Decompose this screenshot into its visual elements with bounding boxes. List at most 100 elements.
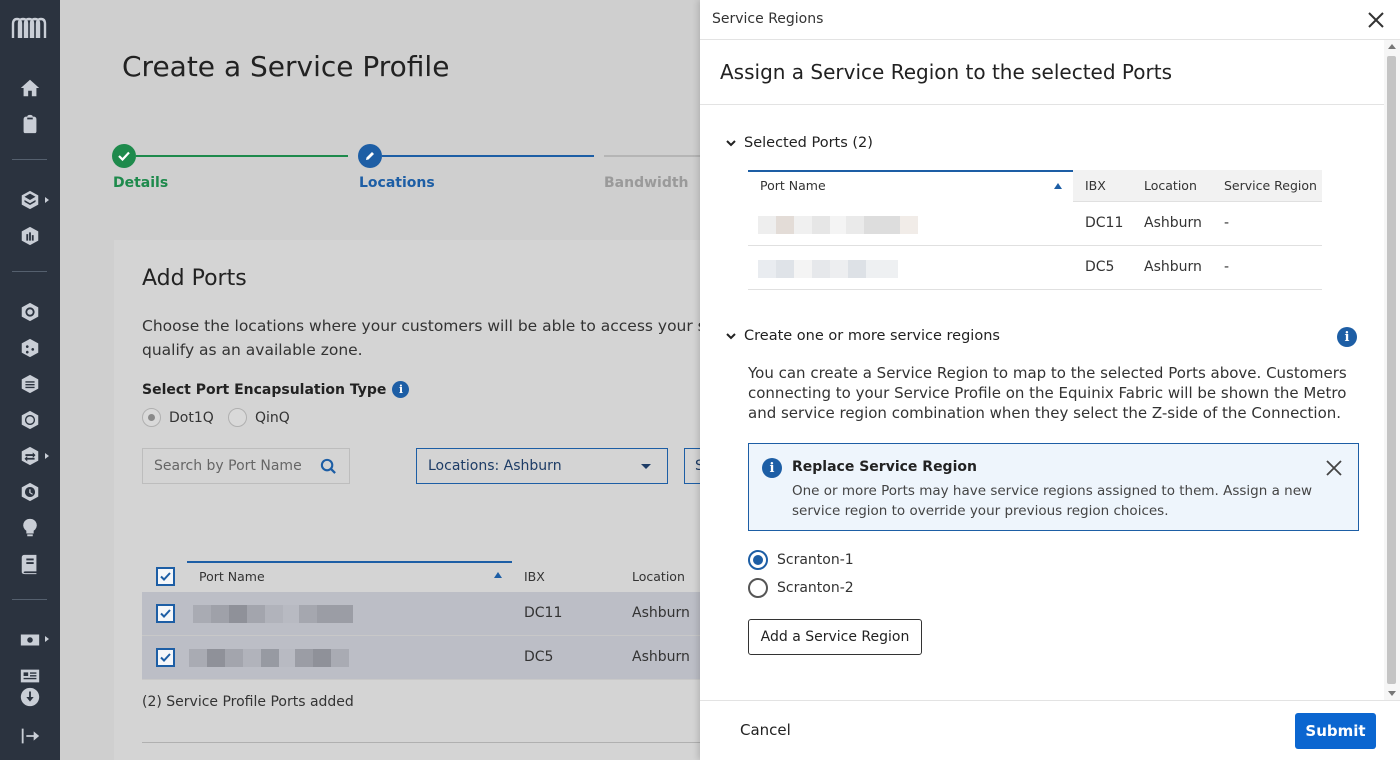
radio-button[interactable] <box>228 408 247 427</box>
redacted-port-name <box>758 216 918 234</box>
radio-dot1q[interactable]: Dot1Q <box>142 408 214 427</box>
divider <box>142 742 700 743</box>
redacted-port-name <box>758 260 898 278</box>
drawer-subtitle: Assign a Service Region to the selected … <box>720 60 1172 84</box>
step-connector <box>382 155 594 157</box>
notice-text: One or more Ports may have service regio… <box>792 483 1313 519</box>
book-icon[interactable] <box>18 552 42 576</box>
step-locations-label: Locations <box>359 175 435 191</box>
chevron-down-icon <box>726 333 736 340</box>
selected-ports-table: Port Name IBX Location Service Region DC… <box>748 170 1322 290</box>
notice-title: Replace Service Region <box>792 459 977 475</box>
step-bandwidth-label: Bandwidth <box>604 175 689 191</box>
step-connector <box>604 155 700 157</box>
network-icon[interactable] <box>18 300 42 324</box>
chart-icon[interactable] <box>18 224 42 248</box>
col-ibx: IBX <box>1085 178 1106 193</box>
col-ibx: IBX <box>524 569 545 584</box>
redacted-port-name <box>189 649 349 667</box>
page-title: Create a Service Profile <box>122 50 450 83</box>
scroll-up-icon[interactable] <box>1388 44 1396 49</box>
background-page: Create a Service Profile Details Locatio… <box>60 0 700 760</box>
info-icon[interactable]: i <box>392 381 410 398</box>
submit-button[interactable]: Submit <box>1295 713 1376 749</box>
info-icon[interactable]: i <box>1337 327 1357 347</box>
expand-caret-icon[interactable] <box>45 197 49 203</box>
table-header: Port Name IBX Location Service Region <box>748 170 1322 202</box>
col-port-name[interactable]: Port Name <box>199 569 265 584</box>
encapsulation-label: Select Port Encapsulation Type i <box>142 381 410 398</box>
secondary-filter-select[interactable]: S <box>684 448 700 484</box>
drawer-title: Service Regions <box>712 11 824 27</box>
col-service-region: Service Region <box>1224 178 1317 193</box>
row-checkbox[interactable] <box>156 648 175 667</box>
search-icon[interactable] <box>320 458 337 475</box>
clipboard-icon[interactable] <box>18 112 42 136</box>
logout-icon[interactable] <box>18 724 42 748</box>
info-icon: i <box>762 458 782 478</box>
scroll-thumb[interactable] <box>1387 56 1396 684</box>
scroll-down-icon[interactable] <box>1388 691 1396 696</box>
redacted-port-name <box>193 605 353 623</box>
add-ports-description: Choose the locations where your customer… <box>142 317 700 359</box>
clock-icon[interactable] <box>18 480 42 504</box>
service-regions-drawer: Service Regions Assign a Service Region … <box>700 0 1400 760</box>
region-option-scranton-1[interactable]: Scranton-1 <box>748 550 854 570</box>
radio-button[interactable] <box>142 408 161 427</box>
sort-ascending-icon[interactable] <box>1054 183 1062 189</box>
chevron-down-icon <box>641 464 651 469</box>
expand-caret-icon[interactable] <box>45 453 49 459</box>
download-icon[interactable] <box>18 685 42 709</box>
expand-caret-icon[interactable] <box>45 636 49 642</box>
table-row[interactable]: DC11 Ashburn <box>142 592 700 636</box>
step-complete-icon <box>112 144 136 168</box>
scrollbar[interactable] <box>1384 40 1400 700</box>
radio-button[interactable] <box>748 550 768 570</box>
locations-filter-select[interactable]: Locations: Ashburn <box>416 448 668 484</box>
home-icon[interactable] <box>18 76 42 100</box>
port-search-input[interactable]: Search by Port Name <box>142 448 350 484</box>
row-checkbox[interactable] <box>156 604 175 623</box>
add-ports-heading: Add Ports <box>142 266 247 291</box>
table-row: DC5 Ashburn - <box>748 246 1322 290</box>
equinix-logo-icon[interactable] <box>11 16 49 40</box>
nodes-icon[interactable] <box>18 336 42 360</box>
radio-qinq[interactable]: QinQ <box>228 408 290 427</box>
step-details-label: Details <box>113 175 169 191</box>
table-row[interactable]: DC5 Ashburn <box>142 636 700 680</box>
close-icon[interactable] <box>1366 10 1386 30</box>
add-service-region-button[interactable]: Add a Service Region <box>748 619 922 655</box>
globe-icon[interactable] <box>18 408 42 432</box>
create-regions-description: You can create a Service Region to map t… <box>748 364 1347 422</box>
step-connector <box>136 155 348 157</box>
stepper: Details Locations Bandwidth <box>112 144 700 204</box>
cancel-button[interactable]: Cancel <box>740 721 791 739</box>
drawer-subheader: Assign a Service Region to the selected … <box>700 40 1384 105</box>
add-ports-card: Add Ports Choose the locations where you… <box>114 240 700 760</box>
billing-icon[interactable] <box>18 628 42 652</box>
select-all-checkbox[interactable] <box>156 567 175 586</box>
ports-added-footnote: (2) Service Profile Ports added <box>142 694 354 710</box>
drawer-footer: Cancel Submit <box>700 700 1400 760</box>
lightbulb-icon[interactable] <box>18 516 42 540</box>
step-edit-icon <box>358 144 382 168</box>
radio-button[interactable] <box>748 578 768 598</box>
exchange-icon[interactable] <box>18 444 42 468</box>
region-option-scranton-2[interactable]: Scranton-2 <box>748 578 854 598</box>
layers-icon[interactable] <box>18 188 42 212</box>
chevron-down-icon <box>726 140 736 147</box>
nav-rail <box>0 0 60 760</box>
sort-ascending-icon[interactable] <box>494 572 502 578</box>
create-regions-toggle[interactable]: Create one or more service regions <box>726 328 1000 344</box>
drawer-header: Service Regions <box>700 0 1400 40</box>
ports-table: Port Name IBX Location DC11 Ashburn DC5 <box>142 561 700 680</box>
col-port-name[interactable]: Port Name <box>760 178 826 193</box>
close-icon[interactable] <box>1324 458 1344 478</box>
col-location: Location <box>632 569 685 584</box>
selected-ports-toggle[interactable]: Selected Ports (2) <box>726 135 873 151</box>
replace-region-notice: i Replace Service Region One or more Por… <box>748 443 1359 531</box>
col-location: Location <box>1144 178 1197 193</box>
stack-icon[interactable] <box>18 372 42 396</box>
table-row: DC11 Ashburn - <box>748 202 1322 246</box>
table-header: Port Name IBX Location <box>142 561 700 592</box>
